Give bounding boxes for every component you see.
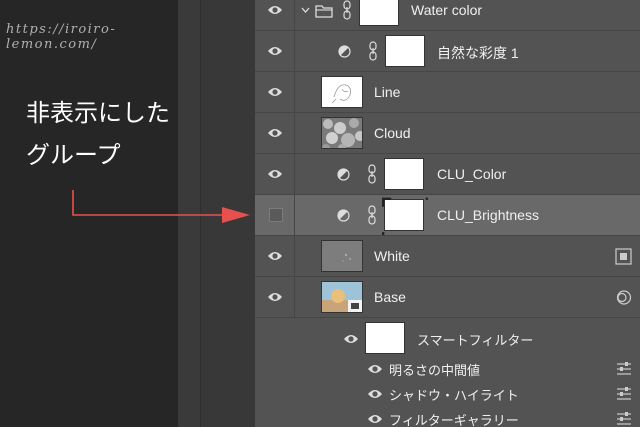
link-icon [368, 205, 376, 225]
eye-icon[interactable] [367, 413, 383, 425]
eye-icon[interactable] [367, 363, 383, 375]
layer-name: 自然な彩度 1 [437, 45, 519, 61]
photo-thumbnail-icon [322, 282, 362, 312]
canvas-area: https://iroiro-lemon.com/ 非表示にした グループ [0, 0, 178, 427]
layer-name: CLU_Brightness [437, 207, 539, 223]
smart-filter-row[interactable]: スマートフィルター [255, 318, 640, 359]
layer-mask-thumbnail[interactable] [382, 197, 428, 235]
visibility-toggle[interactable] [255, 236, 295, 277]
eye-icon [268, 88, 282, 96]
filter-name: シャドウ・ハイライト [389, 388, 519, 403]
layer-name: Cloud [374, 125, 411, 141]
layer-row-clu-brightness[interactable]: CLU_Brightness [255, 195, 640, 236]
eye-icon [268, 129, 282, 137]
filter-row-shadow-highlight[interactable]: シャドウ・ハイライト [255, 381, 640, 407]
cloud-texture-icon [322, 118, 362, 148]
watermark: https://iroiro-lemon.com/ [6, 22, 117, 52]
layer-thumbnail[interactable] [321, 76, 363, 108]
eye-icon [268, 293, 282, 301]
layer-name: CLU_Color [437, 166, 507, 182]
layer-name: Line [374, 84, 401, 100]
layers-panel: Water color 自然な彩度 1 Line Cloud CLU_Color… [255, 0, 640, 427]
eye-icon [268, 252, 282, 260]
selection-corners-icon [382, 197, 428, 235]
filter-row-filter-gallery[interactable]: フィルターギャラリー [255, 406, 640, 427]
filter-row-median[interactable]: 明るさの中間値 [255, 356, 640, 382]
texture-thumbnail-icon [342, 253, 351, 262]
layer-row-clu-color[interactable]: CLU_Color [255, 154, 640, 195]
visibility-off-box[interactable] [269, 208, 283, 222]
smart-filter-label: スマートフィルター [417, 333, 534, 348]
layer-thumbnail[interactable] [321, 281, 363, 313]
layer-row-water-color[interactable]: Water color [255, 0, 640, 31]
layer-mask-thumbnail[interactable] [385, 35, 425, 67]
layer-mask-thumbnail[interactable] [359, 0, 399, 26]
filter-blending-options-icon[interactable] [616, 386, 632, 401]
smart-object-icon[interactable] [615, 289, 632, 306]
layer-thumbnail[interactable] [321, 117, 363, 149]
smart-filter-mask-thumbnail[interactable] [365, 322, 405, 354]
eye-icon [268, 47, 282, 55]
eye-icon[interactable] [367, 388, 383, 400]
filter-blending-options-icon[interactable] [616, 411, 632, 426]
eye-icon [268, 6, 282, 14]
chevron-down-icon[interactable] [301, 6, 310, 15]
link-icon [369, 41, 377, 61]
adjustment-layer-icon [337, 209, 350, 222]
link-icon [343, 0, 351, 20]
layer-name: Base [374, 289, 406, 305]
filter-name: 明るさの中間値 [389, 363, 481, 378]
annotation-text: 非表示にした グループ [26, 99, 170, 169]
layer-row-base[interactable]: Base [255, 277, 640, 318]
eye-icon [268, 170, 282, 178]
artboard-icon[interactable] [615, 248, 632, 265]
sketch-thumbnail-icon [331, 84, 351, 104]
visibility-toggle[interactable] [255, 195, 295, 236]
layer-row-vibrance[interactable]: 自然な彩度 1 [255, 31, 640, 72]
visibility-toggle[interactable] [255, 31, 295, 72]
layer-mask-thumbnail[interactable] [384, 158, 424, 190]
layer-row-cloud[interactable]: Cloud [255, 113, 640, 154]
canvas-edge [178, 0, 200, 427]
filter-name: フィルターギャラリー [389, 413, 519, 427]
link-icon [368, 164, 376, 184]
adjustment-layer-icon [337, 168, 350, 181]
adjustment-layer-icon [338, 45, 351, 58]
filter-blending-options-icon[interactable] [616, 361, 632, 376]
visibility-toggle[interactable] [255, 72, 295, 113]
layer-row-line[interactable]: Line [255, 72, 640, 113]
folder-icon [315, 5, 333, 18]
visibility-toggle[interactable] [255, 0, 295, 31]
eye-icon[interactable] [343, 333, 359, 345]
visibility-toggle[interactable] [255, 113, 295, 154]
visibility-toggle[interactable] [255, 154, 295, 195]
layer-row-white[interactable]: White [255, 236, 640, 277]
panel-gutter [200, 0, 255, 427]
layer-name: White [374, 248, 410, 264]
layer-thumbnail[interactable] [321, 240, 363, 272]
layer-name: Water color [411, 2, 483, 18]
visibility-toggle[interactable] [255, 277, 295, 318]
